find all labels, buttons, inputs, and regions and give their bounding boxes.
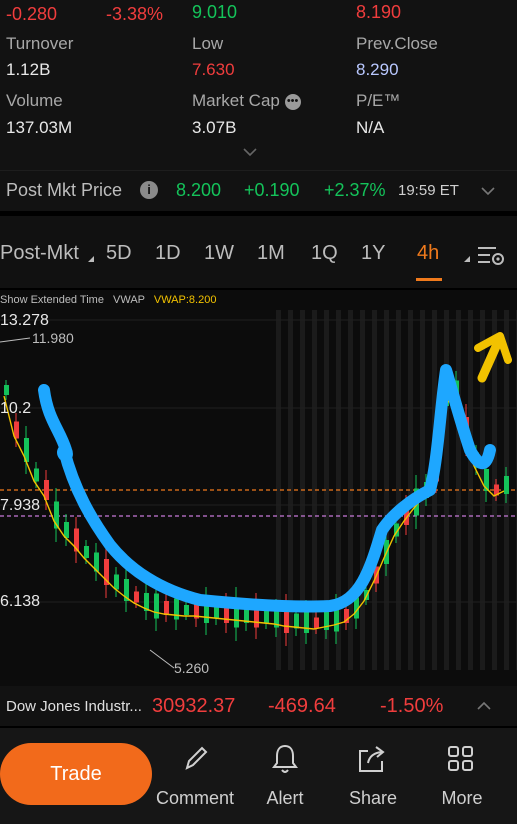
share-icon[interactable]	[356, 743, 388, 775]
candle-body	[294, 613, 299, 629]
info-icon[interactable]: i	[140, 181, 158, 199]
candle-body	[114, 574, 119, 590]
candle-body	[34, 468, 39, 482]
change-value: -0.280	[6, 4, 58, 24]
index-change-pct: -1.50%	[380, 695, 444, 717]
market-cap-label: Market Cap •••	[192, 91, 301, 111]
tab-post-mkt[interactable]: Post-Mkt	[0, 242, 79, 265]
ticker-expand-icon[interactable]	[476, 700, 492, 712]
change-pct: -3.38%	[106, 4, 164, 24]
candle-body	[184, 605, 189, 615]
moving-average-line	[3, 394, 505, 630]
pe-value: N/A	[356, 118, 385, 137]
y-tick-2: 10.2	[0, 400, 32, 417]
expand-chevron-icon[interactable]	[242, 146, 258, 158]
low-leader-line	[149, 649, 175, 669]
more-grid-icon[interactable]	[446, 744, 476, 774]
post-market-bar[interactable]: Post Mkt Price i 8.200 +0.190 +2.37% 19:…	[0, 170, 517, 211]
comment-label[interactable]: Comment	[150, 788, 240, 809]
post-market-label: Post Mkt Price	[6, 180, 123, 200]
candle-body	[504, 476, 509, 494]
more-label[interactable]: More	[417, 788, 507, 809]
y-tick-3: 7.938	[0, 497, 41, 514]
post-market-change-pct: +2.37%	[324, 180, 386, 200]
candle-body	[134, 591, 139, 603]
candle-body	[164, 601, 169, 615]
high-marker-label: 11.980	[32, 330, 74, 346]
market-cap-value: 3.07B	[192, 118, 237, 137]
turnover-label: Turnover	[6, 34, 74, 53]
period-tabs: Post-Mkt 5D 1D 1W 1M 1Q 1Y 4h	[0, 216, 517, 288]
candle-body	[64, 522, 69, 538]
prev-close-label: Prev.Close	[356, 34, 438, 53]
tab-1q[interactable]: 1Q	[311, 242, 338, 265]
candle-body	[154, 593, 159, 619]
index-ticker-bar[interactable]: Dow Jones Industr... 30932.37 -469.64 -1…	[0, 686, 517, 726]
candle-body	[304, 611, 309, 633]
info-dots-icon[interactable]: •••	[284, 93, 301, 110]
tab-5d[interactable]: 5D	[106, 242, 132, 265]
tab-post-mkt-caret-icon	[88, 256, 94, 262]
index-value: 30932.37	[152, 695, 236, 717]
tab-1y[interactable]: 1Y	[361, 242, 385, 265]
index-name: Dow Jones Industr...	[6, 698, 142, 715]
post-market-change: +0.190	[244, 180, 300, 200]
tab-1w[interactable]: 1W	[204, 242, 234, 265]
post-market-time: 19:59 ET	[398, 182, 459, 199]
chart-settings-caret-icon	[464, 256, 470, 262]
index-change: -469.64	[268, 695, 336, 717]
low-value: 7.630	[192, 60, 235, 79]
post-market-chevron-icon[interactable]	[480, 185, 496, 197]
tab-1m[interactable]: 1M	[257, 242, 285, 265]
open-value: 8.190	[356, 2, 402, 22]
trade-button[interactable]: Trade	[0, 743, 152, 805]
market-cap-text: Market Cap	[192, 91, 280, 110]
volume-value: 137.03M	[6, 118, 73, 137]
chart-area[interactable]: Show Extended Time VWAP VWAP:8.200 13.27…	[0, 290, 517, 690]
tab-4h[interactable]: 4h	[417, 242, 439, 265]
turnover-value: 1.12B	[6, 60, 51, 79]
alert-label[interactable]: Alert	[240, 788, 330, 809]
candlestick-chart[interactable]	[0, 290, 517, 690]
chart-settings-icon[interactable]	[476, 244, 506, 268]
alert-bell-icon[interactable]	[271, 743, 299, 775]
high-leader-line	[0, 337, 31, 343]
post-market-price: 8.200	[176, 180, 222, 200]
candle-body	[174, 598, 179, 620]
tab-1d[interactable]: 1D	[155, 242, 181, 265]
pe-label: P/E™	[356, 91, 401, 110]
comment-pen-icon[interactable]	[183, 744, 209, 774]
share-label[interactable]: Share	[328, 788, 418, 809]
candle-body	[84, 546, 89, 558]
low-marker-label: 5.260	[174, 660, 210, 676]
active-tab-indicator	[416, 278, 442, 281]
high-value: 9.010	[192, 2, 238, 22]
y-tick-top: 13.278	[0, 312, 49, 329]
stats-panel: -0.280 -3.38% 9.010 8.190 Turnover 1.12B…	[0, 0, 517, 170]
low-label: Low	[192, 34, 224, 53]
candle-body	[314, 617, 319, 629]
prev-close-value: 8.290	[356, 60, 399, 79]
candle-body	[264, 611, 269, 623]
candle-body	[4, 385, 9, 395]
volume-label: Volume	[6, 91, 63, 110]
y-tick-4: 6.138	[0, 593, 41, 610]
